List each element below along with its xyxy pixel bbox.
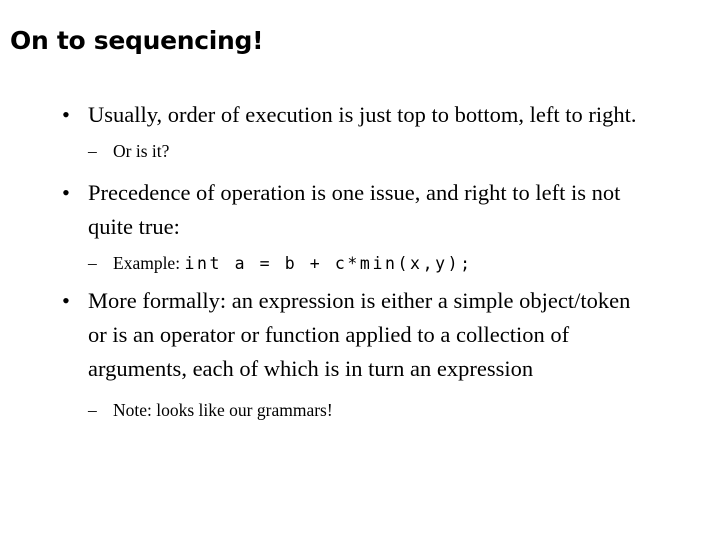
- sub-bullet-item-1-1: – Or is it?: [0, 138, 720, 165]
- bullet-marker-icon: •: [62, 180, 70, 205]
- bullet-marker-icon: •: [62, 102, 70, 127]
- bullet-item-2-text: Precedence of operation is one issue, an…: [88, 180, 621, 239]
- page-title: On to sequencing!: [10, 26, 264, 55]
- bullet-item-1-text: Usually, order of execution is just top …: [88, 102, 637, 127]
- sub-bullet-item-3-1: – Note: looks like our grammars!: [0, 397, 720, 424]
- slide-body: • Usually, order of execution is just to…: [0, 98, 720, 424]
- slide: On to sequencing! • Usually, order of ex…: [0, 0, 720, 540]
- sub-bullet-item-1-1-text: Or is it?: [113, 141, 170, 161]
- bullet-marker-icon: •: [62, 288, 70, 313]
- bullet-item-1: • Usually, order of execution is just to…: [0, 98, 720, 132]
- bullet-item-3-text: More formally: an expression is either a…: [88, 288, 631, 381]
- dash-marker-icon: –: [88, 400, 97, 420]
- sub-bullet-item-2-1-label: Example:: [113, 253, 185, 273]
- dash-marker-icon: –: [88, 253, 97, 273]
- bullet-item-3: • More formally: an expression is either…: [0, 284, 720, 386]
- sub-bullet-item-2-1: – Example: int a = b + c*min(x,y);: [0, 250, 720, 277]
- code-snippet: int a = b + c*min(x,y);: [184, 254, 473, 273]
- bullet-item-2: • Precedence of operation is one issue, …: [0, 176, 720, 244]
- dash-marker-icon: –: [88, 141, 97, 161]
- sub-bullet-item-3-1-text: Note: looks like our grammars!: [113, 400, 333, 420]
